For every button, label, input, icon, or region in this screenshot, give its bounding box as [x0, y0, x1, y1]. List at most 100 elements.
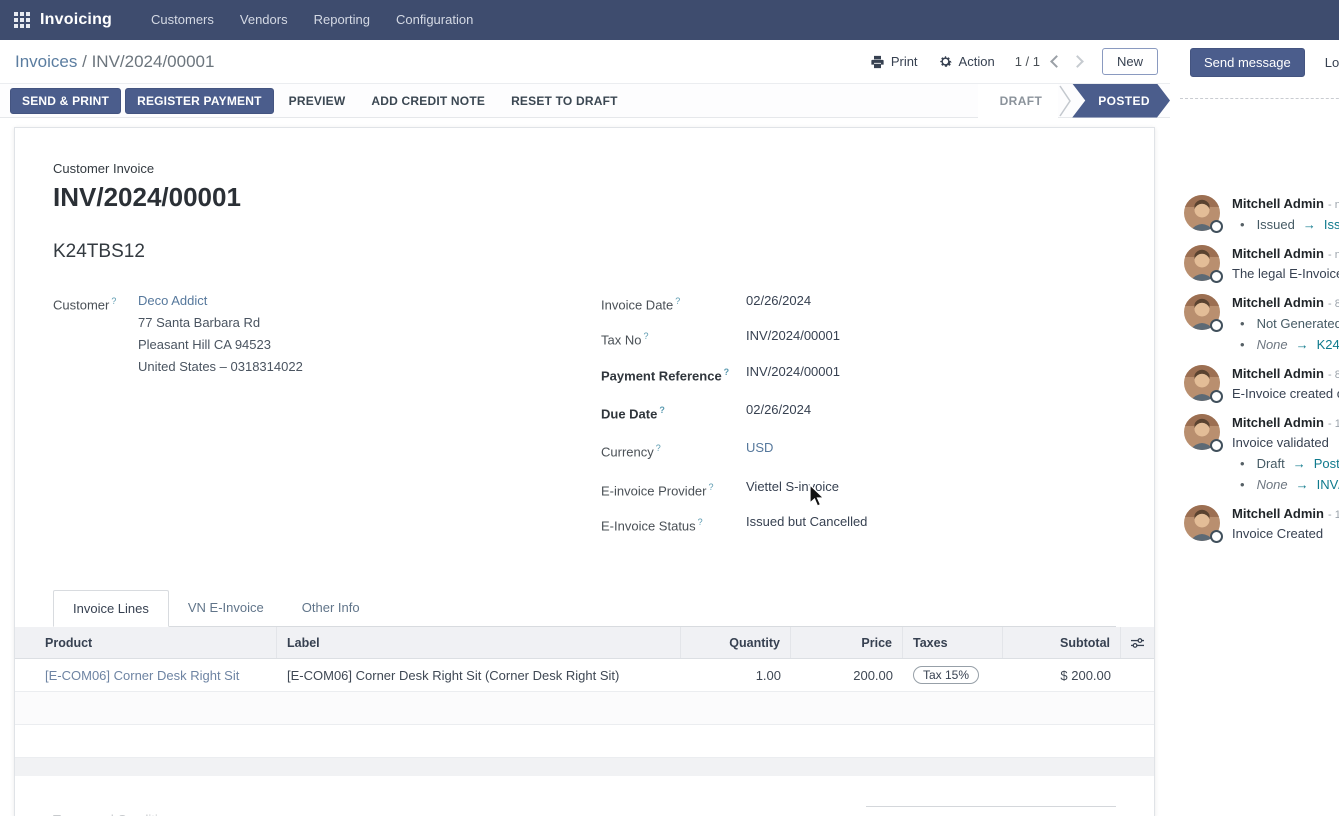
field-grid: Customer? Deco Addict 77 Santa Barbara R…	[53, 291, 1116, 547]
column-header-quantity[interactable]: Quantity	[681, 627, 791, 658]
apps-menu[interactable]: Invoicing	[14, 11, 112, 29]
register-payment-button[interactable]: REGISTER PAYMENT	[125, 88, 274, 114]
message-status-icon	[1210, 439, 1223, 452]
tax-badge: Tax 15%	[913, 666, 979, 684]
nav-item-customers[interactable]: Customers	[138, 0, 227, 40]
preview-button[interactable]: PREVIEW	[278, 89, 357, 113]
message: Mitchell Admin- 10 minutes ago Invoice v…	[1184, 414, 1339, 492]
einvoice-provider-value[interactable]: Viettel S-invoice	[746, 477, 839, 501]
column-header-taxes[interactable]: Taxes	[903, 627, 1003, 658]
customer-label: Customer?	[53, 291, 138, 377]
notebook-tabs: Invoice Lines VN E-Invoice Other Info	[53, 589, 1116, 627]
message: Mitchell Admin- now Issued→Issued but Ca…	[1184, 195, 1339, 232]
document-type: Customer Invoice	[53, 161, 1116, 176]
tracking-old: Draft	[1257, 456, 1285, 471]
log-note-button[interactable]: Log note	[1325, 55, 1339, 70]
message-content: Mitchell Admin- now Issued→Issued but Ca…	[1232, 195, 1339, 232]
handle-column-header	[15, 627, 35, 658]
tracking-old: Issued	[1257, 217, 1295, 232]
app-title[interactable]: Invoicing	[40, 11, 112, 29]
status-steps: DRAFT POSTED	[978, 84, 1170, 118]
column-options-icon[interactable]	[1131, 636, 1144, 650]
column-header-product[interactable]: Product	[35, 627, 277, 658]
breadcrumb-current: INV/2024/00001	[92, 52, 215, 71]
message-body: Invoice Created	[1232, 526, 1339, 541]
line-label-cell: [E-COM06] Corner Desk Right Sit (Corner …	[277, 668, 681, 683]
pager-prev-icon[interactable]	[1050, 55, 1063, 68]
apps-grid-icon[interactable]	[14, 12, 30, 28]
reset-to-draft-button[interactable]: RESET TO DRAFT	[500, 89, 629, 113]
message: Mitchell Admin- 16 minutes ago Invoice C…	[1184, 505, 1339, 541]
line-subtotal-cell: $ 200.00	[1003, 668, 1121, 683]
tab-vn-einvoice[interactable]: VN E-Invoice	[169, 590, 283, 627]
help-icon: ?	[656, 443, 661, 453]
nav-item-reporting[interactable]: Reporting	[301, 0, 383, 40]
einvoice-status-value[interactable]: Issued but Cancelled	[746, 512, 867, 536]
statusbar-buttons: SEND & PRINT REGISTER PAYMENT PREVIEW AD…	[10, 88, 629, 114]
field-column-right: Invoice Date? 02/26/2024 Tax No? INV/202…	[601, 291, 1116, 547]
pager-next-icon[interactable]	[1071, 55, 1084, 68]
message-content: Mitchell Admin- now The legal E-Invoice …	[1232, 245, 1339, 281]
product-link[interactable]: [E-COM06] Corner Desk Right Sit	[45, 668, 239, 683]
status-step-draft[interactable]: DRAFT	[978, 84, 1059, 118]
customer-address-line2: Pleasant Hill CA 94523	[138, 335, 303, 355]
empty-row	[15, 725, 1154, 758]
help-icon: ?	[724, 367, 730, 377]
due-date-value[interactable]: 02/26/2024	[746, 400, 811, 424]
message-time: - 8 minutes ago	[1328, 369, 1339, 381]
breadcrumb-invoices-link[interactable]: Invoices	[15, 52, 77, 71]
help-icon: ?	[659, 405, 665, 415]
invoice-reference: K24TBS12	[53, 241, 1116, 263]
nav-item-vendors[interactable]: Vendors	[227, 0, 301, 40]
print-label: Print	[891, 54, 918, 69]
avatar	[1184, 195, 1220, 231]
field-einvoice-provider: E-invoice Provider? Viettel S-invoice	[601, 477, 1116, 501]
customer-address-line3: United States – 0318314022	[138, 357, 303, 377]
status-step-posted[interactable]: POSTED	[1072, 84, 1170, 118]
field-customer: Customer? Deco Addict 77 Santa Barbara R…	[53, 291, 601, 377]
table-row[interactable]: [E-COM06] Corner Desk Right Sit [E-COM06…	[15, 659, 1154, 692]
currency-value[interactable]: USD	[746, 438, 773, 462]
control-panel: Invoices / INV/2024/00001 Print Action 1…	[0, 40, 1170, 84]
tracking-values: Draft→Posted None→INV/2024/00001	[1232, 456, 1339, 492]
message-time: - now	[1328, 199, 1339, 211]
help-icon: ?	[698, 517, 703, 527]
tracking-new: Posted	[1314, 456, 1339, 471]
column-header-price[interactable]: Price	[791, 627, 903, 658]
add-credit-note-button[interactable]: ADD CREDIT NOTE	[360, 89, 496, 113]
message-author: Mitchell Admin	[1232, 196, 1324, 211]
print-button[interactable]: Print	[870, 54, 918, 69]
action-button[interactable]: Action	[938, 54, 995, 69]
terms-placeholder[interactable]: Terms and Conditions	[53, 812, 179, 816]
column-header-subtotal[interactable]: Subtotal	[1003, 627, 1121, 658]
send-message-button[interactable]: Send message	[1190, 48, 1305, 77]
help-icon: ?	[643, 331, 648, 341]
payment-reference-value[interactable]: INV/2024/00001	[746, 362, 840, 386]
screen: Invoicing Customers Vendors Reporting Co…	[0, 0, 1339, 816]
gear-icon	[938, 54, 953, 69]
invoice-date-value[interactable]: 02/26/2024	[746, 291, 811, 315]
breadcrumb: Invoices / INV/2024/00001	[15, 52, 214, 72]
avatar	[1184, 294, 1220, 330]
customer-link[interactable]: Deco Addict	[138, 293, 207, 308]
column-header-label[interactable]: Label	[277, 627, 681, 658]
message-status-icon	[1210, 220, 1223, 233]
nav-item-configuration[interactable]: Configuration	[383, 0, 486, 40]
tax-no-value[interactable]: INV/2024/00001	[746, 326, 840, 350]
message: Mitchell Admin- 8 minutes ago Not Genera…	[1184, 294, 1339, 352]
status-step-chevron	[1058, 84, 1072, 118]
table-header-row: Product Label Quantity Price Taxes Subto…	[15, 627, 1154, 659]
chatter-divider	[1180, 98, 1339, 99]
statusbar: SEND & PRINT REGISTER PAYMENT PREVIEW AD…	[0, 84, 1170, 118]
avatar	[1184, 505, 1220, 541]
message-content: Mitchell Admin- 16 minutes ago Invoice C…	[1232, 505, 1339, 541]
field-tax-no: Tax No? INV/2024/00001	[601, 326, 1116, 350]
send-print-button[interactable]: SEND & PRINT	[10, 88, 121, 114]
tab-invoice-lines[interactable]: Invoice Lines	[53, 590, 169, 627]
new-button[interactable]: New	[1102, 48, 1158, 75]
printer-icon	[870, 55, 885, 69]
tab-other-info[interactable]: Other Info	[283, 590, 379, 627]
action-label: Action	[959, 54, 995, 69]
field-due-date: Due Date? 02/26/2024	[601, 400, 1116, 424]
help-icon: ?	[111, 296, 116, 306]
